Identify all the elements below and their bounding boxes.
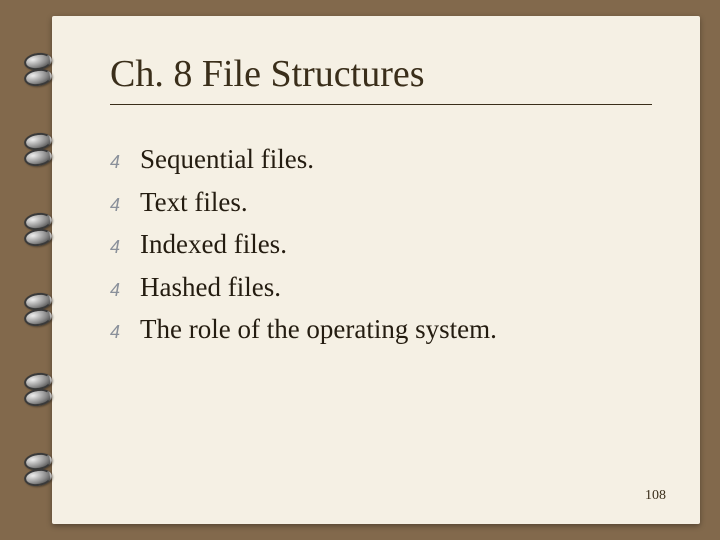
list-item: 4 Sequential files. bbox=[110, 139, 652, 180]
binder-rings bbox=[22, 30, 62, 510]
checkmark-icon: 4 bbox=[110, 192, 128, 219]
bullet-text: Text files. bbox=[140, 182, 248, 223]
paper-sheet: Ch. 8 File Structures 4 Sequential files… bbox=[52, 16, 700, 524]
list-item: 4 Indexed files. bbox=[110, 224, 652, 265]
bullet-text: Indexed files. bbox=[140, 224, 287, 265]
list-item: 4 The role of the operating system. bbox=[110, 309, 652, 350]
checkmark-icon: 4 bbox=[110, 319, 128, 346]
slide-background: Ch. 8 File Structures 4 Sequential files… bbox=[0, 0, 720, 540]
bullet-list: 4 Sequential files. 4 Text files. 4 Inde… bbox=[110, 139, 652, 350]
page-number: 108 bbox=[645, 488, 666, 504]
checkmark-icon: 4 bbox=[110, 277, 128, 304]
title-underline bbox=[110, 104, 652, 105]
checkmark-icon: 4 bbox=[110, 149, 128, 176]
slide-title: Ch. 8 File Structures bbox=[110, 52, 652, 96]
bullet-text: Sequential files. bbox=[140, 139, 314, 180]
bullet-text: Hashed files. bbox=[140, 267, 281, 308]
list-item: 4 Hashed files. bbox=[110, 267, 652, 308]
bullet-text: The role of the operating system. bbox=[140, 309, 497, 350]
list-item: 4 Text files. bbox=[110, 182, 652, 223]
checkmark-icon: 4 bbox=[110, 234, 128, 261]
